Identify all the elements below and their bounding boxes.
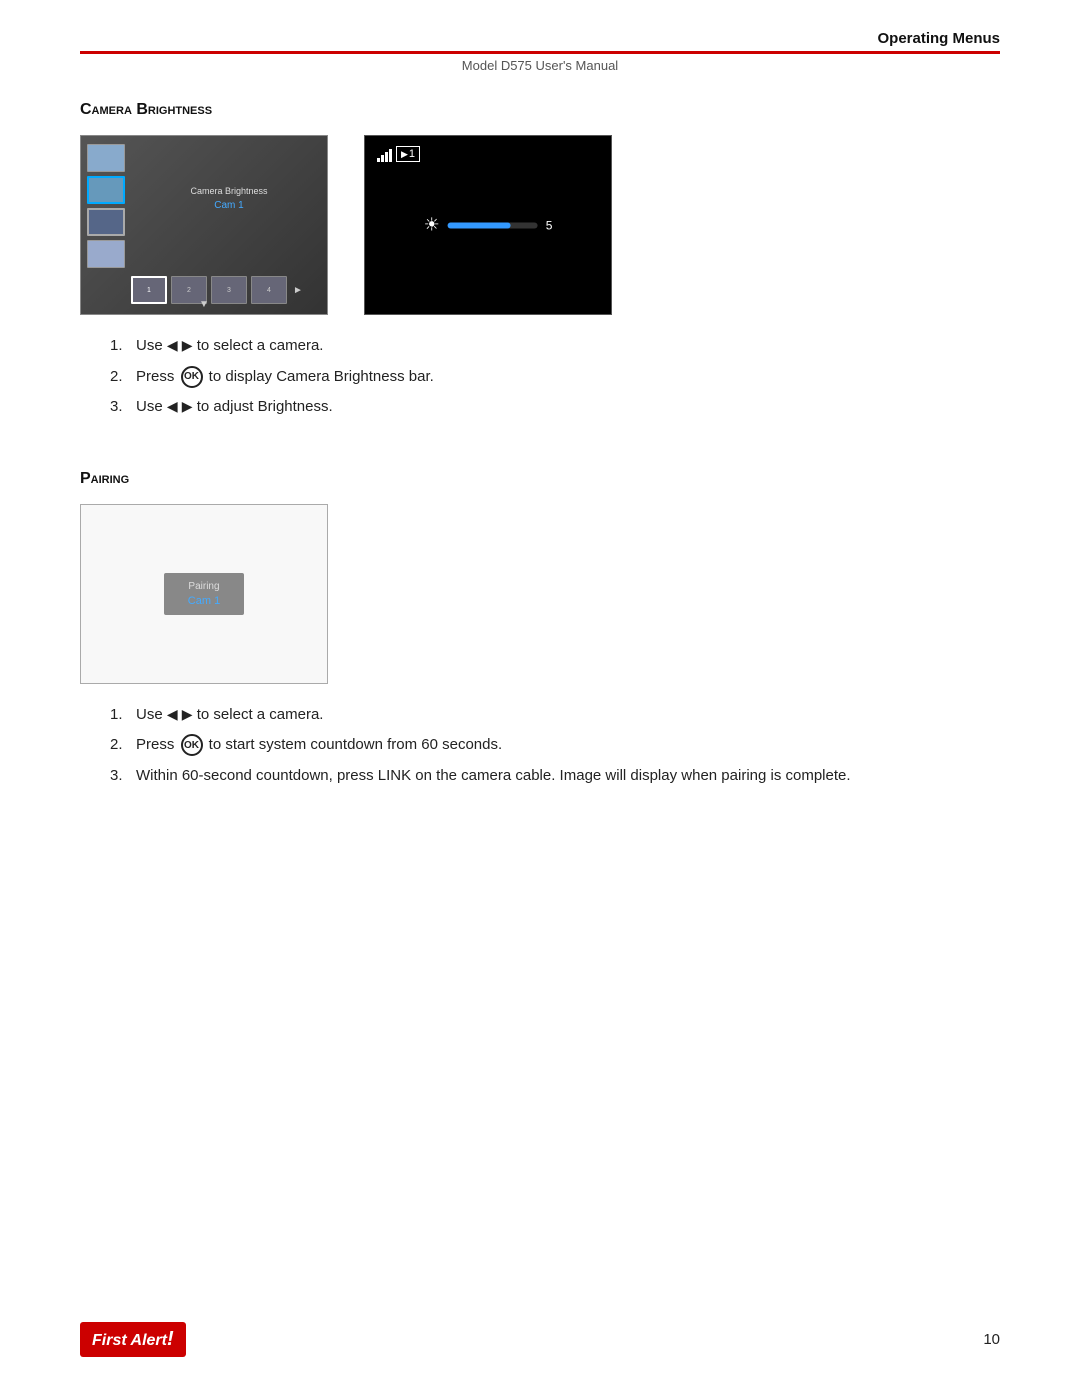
- pairing-instructions: 1. Use ◀ ▶ to select a camera. 2. Press …: [80, 704, 1000, 788]
- bottom-thumb-4: 4: [251, 276, 287, 304]
- signal-bar-1: [377, 158, 380, 162]
- instruction-p-3: 3. Within 60-second countdown, press LIN…: [110, 765, 1000, 788]
- thumb-item-4: [87, 240, 125, 268]
- camera-menu-subtitle: Cam 1: [141, 200, 317, 211]
- arrow-left-icon-p1: ◀: [167, 706, 178, 722]
- ok-button-icon-2: OK: [181, 734, 203, 756]
- header-title: Operating Menus: [877, 30, 1000, 47]
- camera-brightness-section: Camera Brightness Camera Brightness Cam: [80, 101, 1000, 419]
- instruction-cb-2-text: Press OK to display Camera Brightness ba…: [136, 366, 434, 389]
- camera-num: 1: [409, 148, 415, 160]
- pairing-heading: Pairing: [80, 470, 1000, 488]
- list-num-p-2: 2.: [110, 734, 130, 757]
- instruction-cb-3-text: Use ◀ ▶ to adjust Brightness.: [136, 396, 333, 419]
- arrow-right-icon-p1: ▶: [182, 706, 193, 722]
- first-alert-logo: First Alert!: [80, 1322, 186, 1357]
- signal-bar-2: [381, 155, 384, 162]
- arrow-left-icon-2: ◀: [167, 398, 178, 414]
- instruction-p-2-text: Press OK to start system countdown from …: [136, 734, 502, 757]
- logo-box: First Alert!: [80, 1322, 186, 1357]
- camera-brightness-images: Camera Brightness Cam 1 1 2 3: [80, 135, 1000, 315]
- instruction-cb-3: 3. Use ◀ ▶ to adjust Brightness.: [110, 396, 1000, 419]
- list-num-2: 2.: [110, 366, 130, 389]
- list-num-3: 3.: [110, 396, 130, 419]
- instruction-p-3-text: Within 60-second countdown, press LINK o…: [136, 765, 851, 788]
- camera-menu-inner: Camera Brightness Cam 1 1 2 3: [81, 136, 327, 314]
- brightness-image: ▶ 1 ☀ 5: [364, 135, 612, 315]
- brightness-bar-area: ☀ 5: [424, 215, 553, 236]
- thumb-item-1: [87, 144, 125, 172]
- nav-arrow-down-icon: ▼: [199, 299, 209, 310]
- camera-brightness-instructions: 1. Use ◀ ▶ to select a camera. 2. Press …: [80, 335, 1000, 419]
- signal-bar-4: [389, 149, 392, 162]
- pairing-inner: Pairing Cam 1: [81, 505, 327, 683]
- brightness-top-icons: ▶ 1: [377, 146, 420, 162]
- brightness-inner: ▶ 1 ☀ 5: [365, 136, 611, 314]
- brightness-bar-track: [448, 222, 538, 228]
- instruction-cb-1: 1. Use ◀ ▶ to select a camera.: [110, 335, 1000, 358]
- bottom-thumb-3: 3: [211, 276, 247, 304]
- arrow-right-small-icon: ►: [293, 285, 303, 296]
- page-footer: First Alert! 10: [80, 1322, 1000, 1357]
- page-number: 10: [983, 1331, 1000, 1348]
- instruction-p-1: 1. Use ◀ ▶ to select a camera.: [110, 704, 1000, 727]
- list-num-1: 1.: [110, 335, 130, 358]
- signal-icon: [377, 146, 392, 162]
- camera-menu-title: Camera Brightness: [141, 186, 317, 196]
- subheader: Model D575 User's Manual: [80, 58, 1000, 73]
- camera-num-box: ▶ 1: [396, 146, 420, 162]
- list-num-p-1: 1.: [110, 704, 130, 727]
- instruction-p-1-text: Use ◀ ▶ to select a camera.: [136, 704, 323, 727]
- instruction-cb-1-text: Use ◀ ▶ to select a camera.: [136, 335, 323, 358]
- header: Operating Menus: [80, 0, 1000, 54]
- thumb-item-3: [87, 208, 125, 236]
- camera-menu-center: Camera Brightness Cam 1: [141, 186, 317, 211]
- arrow-right-icon-1: ▶: [182, 337, 193, 353]
- pairing-menu-cam: Cam 1: [188, 595, 220, 607]
- page-container: Operating Menus Model D575 User's Manual…: [0, 0, 1080, 1397]
- sun-icon: ☀: [424, 215, 440, 236]
- ok-button-icon-1: OK: [181, 366, 203, 388]
- bottom-thumbs-row: 1 2 3 4 ►: [131, 276, 317, 304]
- list-num-p-3: 3.: [110, 765, 130, 788]
- brightness-bar-fill: [448, 222, 511, 228]
- instruction-p-2: 2. Press OK to start system countdown fr…: [110, 734, 1000, 757]
- camera-num-label: ▶: [401, 149, 408, 160]
- arrow-right-icon-2: ▶: [182, 398, 193, 414]
- thumb-column: [87, 144, 125, 268]
- bottom-thumb-1: 1: [131, 276, 167, 304]
- arrow-left-icon-1: ◀: [167, 337, 178, 353]
- pairing-section: Pairing Pairing Cam 1 1. Use ◀ ▶ to sele…: [80, 470, 1000, 788]
- camera-menu-image: Camera Brightness Cam 1 1 2 3: [80, 135, 328, 315]
- camera-brightness-heading: Camera Brightness: [80, 101, 1000, 119]
- pairing-menu-box: Pairing Cam 1: [164, 573, 244, 615]
- thumb-item-2: [87, 176, 125, 204]
- section-divider: [80, 451, 1000, 452]
- signal-bar-3: [385, 152, 388, 162]
- logo-text: First Alert!: [92, 1332, 174, 1349]
- pairing-menu-title: Pairing: [188, 581, 220, 592]
- pairing-image: Pairing Cam 1: [80, 504, 328, 684]
- brightness-value: 5: [546, 218, 553, 232]
- instruction-cb-2: 2. Press OK to display Camera Brightness…: [110, 366, 1000, 389]
